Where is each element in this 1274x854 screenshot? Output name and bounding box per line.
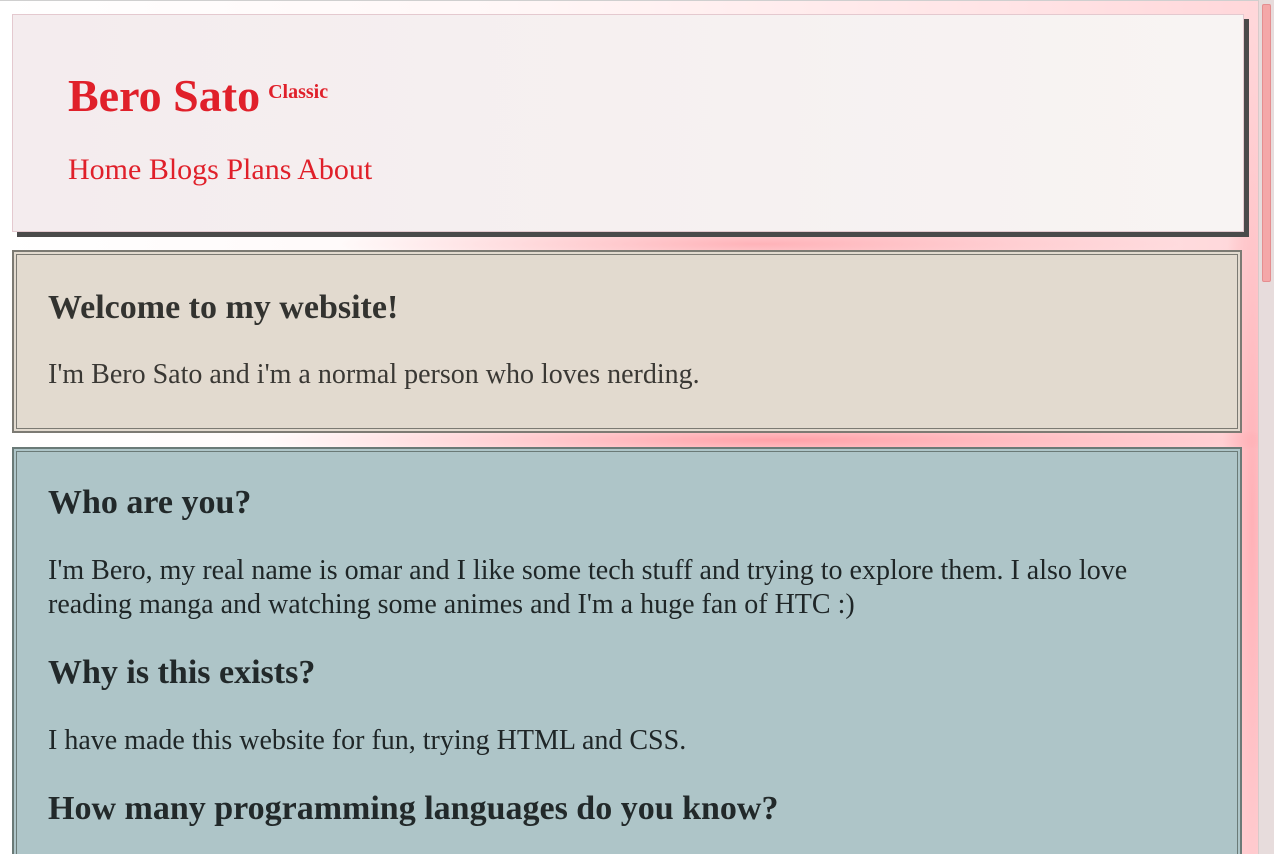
who-are-you-heading: Who are you? bbox=[48, 484, 252, 521]
nav-plans-link[interactable]: Plans bbox=[226, 153, 291, 186]
classic-badge: Classic bbox=[268, 81, 329, 103]
welcome-section: Welcome to my website! I'm Bero Sato and… bbox=[12, 250, 1242, 433]
welcome-text: I'm Bero Sato and i'm a normal person wh… bbox=[48, 359, 700, 390]
who-are-you-text: I'm Bero, my real name is omar and I lik… bbox=[48, 555, 1128, 620]
page: Bero Sato Classic Home Blogs Plans About … bbox=[0, 0, 1258, 854]
welcome-heading: Welcome to my website! bbox=[48, 289, 399, 326]
main-nav: Home Blogs Plans About bbox=[68, 153, 372, 187]
nav-blogs-link[interactable]: Blogs bbox=[149, 153, 219, 186]
languages-heading: How many programming languages do you kn… bbox=[48, 790, 779, 827]
site-header: Bero Sato Classic Home Blogs Plans About bbox=[12, 14, 1244, 232]
site-title-text: Bero Sato bbox=[68, 70, 261, 121]
scrollbar-thumb[interactable] bbox=[1262, 4, 1271, 282]
about-section: Who are you? I'm Bero, my real name is o… bbox=[12, 447, 1242, 854]
nav-about-link[interactable]: About bbox=[297, 153, 372, 186]
why-exists-heading: Why is this exists? bbox=[48, 654, 316, 691]
nav-home-link[interactable]: Home bbox=[68, 153, 141, 186]
why-exists-text: I have made this website for fun, trying… bbox=[48, 725, 687, 756]
top-divider bbox=[0, 0, 1258, 1]
site-title: Bero Sato Classic bbox=[68, 69, 328, 123]
vertical-scrollbar[interactable] bbox=[1258, 0, 1274, 854]
